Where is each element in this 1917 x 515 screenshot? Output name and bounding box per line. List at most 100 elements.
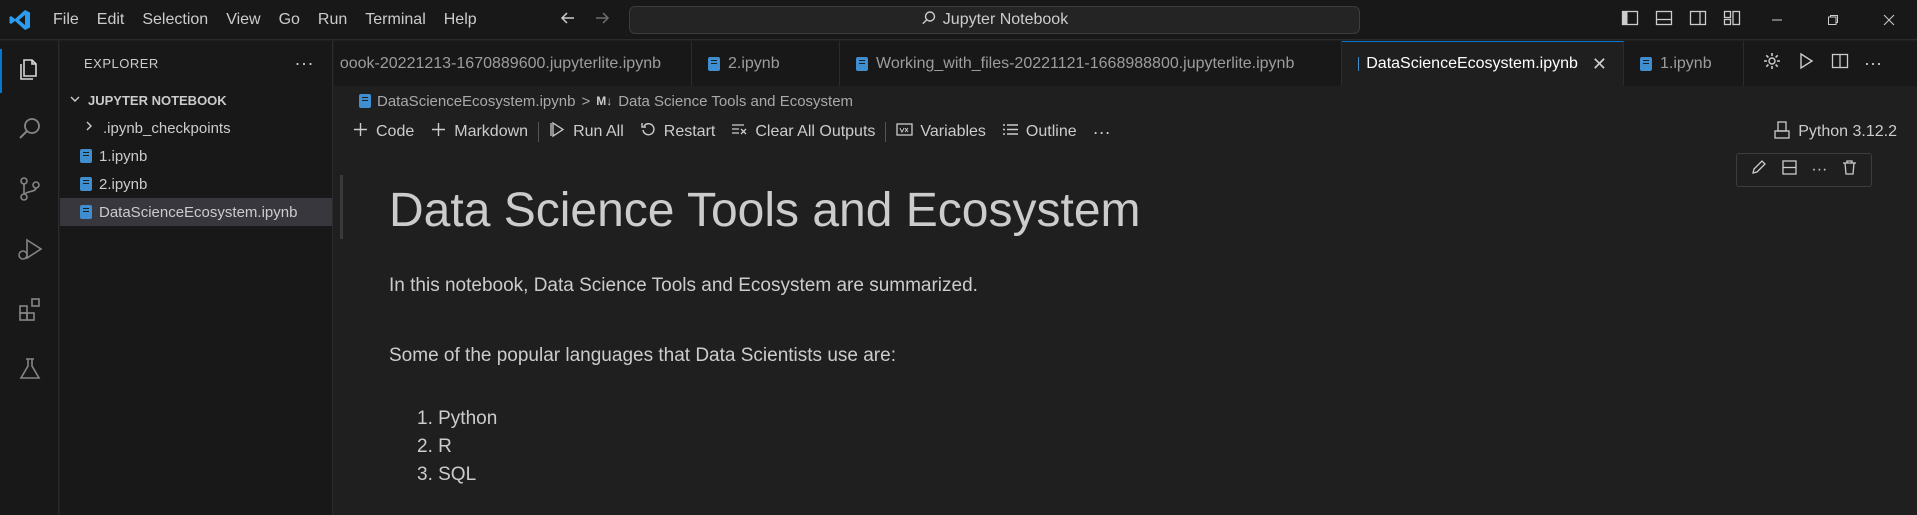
menu-help[interactable]: Help	[435, 0, 486, 40]
button-label: Markdown	[454, 123, 529, 140]
menu-file[interactable]: File	[44, 0, 88, 40]
button-label: Variables	[920, 123, 986, 140]
clear-all-outputs-button[interactable]: Clear All Outputs	[723, 115, 883, 149]
extensions-icon	[15, 294, 45, 329]
customize-layout-icon[interactable]	[1722, 8, 1742, 33]
run-debug-activity[interactable]	[0, 221, 59, 281]
title-bar: File Edit Selection View Go Run Terminal…	[0, 0, 1917, 40]
tree-item-label: 1.ipynb	[99, 147, 148, 165]
search-icon	[15, 114, 45, 149]
testing-activity[interactable]	[0, 341, 59, 401]
split-cell-icon[interactable]	[1781, 159, 1798, 181]
breadcrumb-section[interactable]: Data Science Tools and Ecosystem	[618, 93, 853, 110]
tab-2-ipynb[interactable]: 2.ipynb	[692, 41, 840, 86]
tab-label: Working_with_files-20221121-1668988800.j…	[876, 54, 1295, 72]
command-center-search[interactable]: Jupyter Notebook	[629, 6, 1360, 34]
tab-label: 2.ipynb	[728, 54, 780, 72]
menu-terminal[interactable]: Terminal	[356, 0, 434, 40]
split-editor-icon[interactable]	[1830, 51, 1850, 76]
toolbar-more-button[interactable]: ···	[1085, 115, 1119, 149]
chevron-down-icon	[68, 92, 82, 109]
tree-item-checkpoints[interactable]: .ipynb_checkpoints	[60, 114, 332, 142]
button-label: Clear All Outputs	[755, 123, 876, 140]
languages-list: 1. Python 2. R 3. SQL	[389, 405, 497, 489]
menu-go[interactable]: Go	[270, 0, 309, 40]
run-icon[interactable]	[1796, 51, 1816, 76]
tab-working-with-files[interactable]: Working_with_files-20221121-1668988800.j…	[840, 41, 1342, 86]
toggle-primary-sidebar-icon[interactable]	[1620, 8, 1640, 33]
notebook-file-icon	[708, 56, 720, 71]
button-label: Code	[376, 123, 415, 140]
languages-paragraph: Some of the popular languages that Data …	[389, 345, 896, 366]
toggle-secondary-sidebar-icon[interactable]	[1688, 8, 1708, 33]
button-label: Run All	[573, 123, 624, 140]
tree-item-datascienceecosystem[interactable]: DataScienceEcosystem.ipynb	[60, 198, 332, 226]
editor-area: oook-20221213-1670889600.jupyterlite.ipy…	[334, 41, 1917, 515]
tree-item-2-ipynb[interactable]: 2.ipynb	[60, 170, 332, 198]
more-actions-icon[interactable]: ···	[1864, 53, 1882, 74]
clear-all-icon	[731, 121, 748, 143]
toolbar-divider	[538, 122, 540, 142]
menu-run[interactable]: Run	[309, 0, 356, 40]
plus-icon	[352, 121, 369, 143]
editor-tabs: oook-20221213-1670889600.jupyterlite.ipy…	[334, 41, 1744, 86]
restore-button[interactable]	[1805, 0, 1861, 40]
gear-icon[interactable]	[1762, 51, 1782, 76]
notebook-file-icon	[1640, 56, 1652, 71]
outline-button[interactable]: Outline	[994, 115, 1085, 149]
notebook-file-icon	[359, 94, 371, 108]
vscode-logo-icon	[0, 0, 40, 40]
kernel-picker[interactable]: Python 3.12.2	[1774, 115, 1897, 149]
run-all-button[interactable]: Run All	[541, 115, 632, 149]
menu-edit[interactable]: Edit	[88, 0, 134, 40]
back-arrow-icon[interactable]	[558, 8, 578, 33]
intro-paragraph: In this notebook, Data Science Tools and…	[389, 275, 978, 296]
flask-icon	[15, 354, 45, 389]
more-icon: ···	[1092, 121, 1111, 142]
forward-arrow-icon[interactable]	[592, 8, 612, 33]
add-code-cell-button[interactable]: Code	[344, 115, 422, 149]
breadcrumb-separator: >	[581, 92, 591, 110]
restart-button[interactable]: Restart	[632, 115, 724, 149]
activity-bar	[0, 41, 59, 515]
tree-item-label: DataScienceEcosystem.ipynb	[99, 203, 298, 221]
variables-icon	[896, 121, 914, 143]
menu-view[interactable]: View	[217, 0, 269, 40]
tab-1-ipynb[interactable]: 1.ipynb	[1624, 41, 1744, 86]
tree-item-label: 2.ipynb	[99, 175, 148, 193]
breadcrumb-file[interactable]: DataScienceEcosystem.ipynb	[377, 93, 575, 110]
variables-button[interactable]: Variables	[888, 115, 994, 149]
toggle-panel-icon[interactable]	[1654, 8, 1674, 33]
tab-jupyterlite-notebook[interactable]: oook-20221213-1670889600.jupyterlite.ipy…	[334, 41, 692, 86]
close-window-button[interactable]	[1861, 0, 1917, 40]
close-tab-icon[interactable]: ✕	[1592, 54, 1607, 75]
tree-item-1-ipynb[interactable]: 1.ipynb	[60, 142, 332, 170]
source-control-activity[interactable]	[0, 161, 59, 221]
edit-pencil-icon[interactable]	[1750, 159, 1767, 181]
search-icon	[921, 10, 937, 31]
kernel-icon	[1774, 120, 1790, 144]
markdown-cell[interactable]: Data Science Tools and Ecosystem In this…	[389, 179, 1789, 366]
cell-more-icon[interactable]: ···	[1811, 161, 1827, 179]
delete-cell-icon[interactable]	[1841, 159, 1858, 181]
list-item: 3. SQL	[417, 464, 477, 485]
explorer-sidebar: EXPLORER ··· JUPYTER NOTEBOOK .ipynb_che…	[60, 41, 333, 515]
extensions-activity[interactable]	[0, 281, 59, 341]
workspace-section-header[interactable]: JUPYTER NOTEBOOK	[60, 86, 332, 114]
menu-bar: File Edit Selection View Go Run Terminal…	[44, 0, 486, 40]
tab-label: 1.ipynb	[1660, 54, 1712, 72]
explorer-activity[interactable]	[0, 41, 59, 101]
sidebar-title: EXPLORER	[84, 56, 159, 71]
menu-selection[interactable]: Selection	[133, 0, 217, 40]
tab-label: DataScienceEcosystem.ipynb	[1366, 55, 1578, 72]
tab-label: oook-20221213-1670889600.jupyterlite.ipy…	[339, 54, 661, 72]
sidebar-more-button[interactable]: ···	[295, 53, 314, 74]
add-markdown-cell-button[interactable]: Markdown	[422, 115, 536, 149]
outline-icon	[1002, 121, 1019, 143]
notebook-heading: Data Science Tools and Ecosystem	[389, 184, 1141, 237]
command-center-label: Jupyter Notebook	[942, 11, 1069, 28]
minimize-button[interactable]	[1749, 0, 1805, 40]
search-activity[interactable]	[0, 101, 59, 161]
tab-datascienceecosystem[interactable]: DataScienceEcosystem.ipynb ✕	[1342, 41, 1624, 86]
notebook-file-icon	[856, 56, 868, 71]
